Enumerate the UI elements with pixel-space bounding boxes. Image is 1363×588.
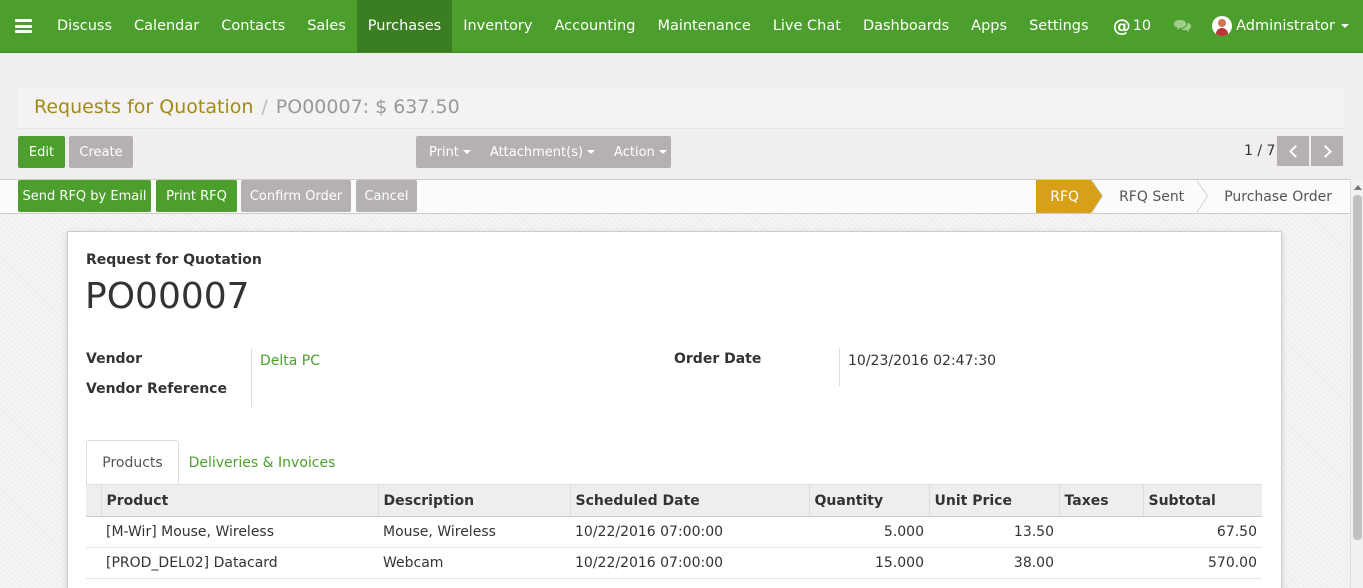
pager-previous-button[interactable] — [1277, 136, 1309, 166]
nav-item-settings[interactable]: Settings — [1018, 0, 1099, 52]
stage-rfq-sent[interactable]: RFQ Sent — [1091, 180, 1209, 213]
menu-toggle-icon[interactable] — [0, 0, 46, 52]
tab-deliveries-invoices[interactable]: Deliveries & Invoices — [186, 440, 338, 485]
user-menu[interactable]: Administrator — [1202, 16, 1363, 36]
column-header-subtotal[interactable]: Subtotal — [1142, 484, 1262, 517]
nav-item-sales[interactable]: Sales — [296, 0, 357, 52]
breadcrumb-current: PO00007: $ 637.50 — [275, 96, 460, 118]
stage-purchase-order[interactable]: Purchase Order — [1196, 180, 1350, 213]
breadcrumb-parent-link[interactable]: Requests for Quotation — [34, 96, 253, 118]
mentions-count: 10 — [1132, 18, 1152, 34]
cell-unit-price[interactable]: 13.50 — [929, 516, 1059, 548]
print-label: Print — [429, 144, 459, 160]
cell-scheduled-date[interactable]: 10/22/2016 07:00:00 — [570, 516, 809, 548]
field-divider — [251, 348, 252, 407]
nav-item-dashboards[interactable]: Dashboards — [852, 0, 960, 52]
nav-item-live-chat[interactable]: Live Chat — [762, 0, 852, 52]
avatar — [1212, 16, 1233, 36]
cell-taxes[interactable] — [1059, 516, 1143, 548]
nav-item-calendar[interactable]: Calendar — [123, 0, 210, 52]
nav-item-inventory[interactable]: Inventory — [452, 0, 543, 52]
cell-quantity[interactable]: 15.000 — [809, 547, 929, 579]
action-dropdown[interactable]: Action — [601, 145, 673, 160]
top-navbar: Discuss Calendar Contacts Sales Purchase… — [0, 0, 1363, 53]
stage-pipeline: RFQ RFQ Sent Purchase Order — [1036, 180, 1350, 213]
form-sheet: Request for Quotation PO00007 Vendor Ven… — [67, 231, 1282, 588]
scrollbar[interactable] — [1350, 179, 1363, 588]
sidebar-actions: Print Attachment(s) Action — [416, 136, 671, 168]
cell-subtotal: 67.50 — [1143, 516, 1262, 548]
table-row[interactable]: [M-Wir] Mouse, Wireless Mouse, Wireless … — [86, 516, 1262, 548]
app-menu: Discuss Calendar Contacts Sales Purchase… — [46, 0, 1100, 52]
handle-column-header — [86, 484, 101, 517]
row-handle — [86, 516, 101, 548]
cell-product[interactable]: [M-Wir] Mouse, Wireless — [101, 516, 378, 548]
chevron-left-icon — [1288, 144, 1302, 158]
vendor-reference-label: Vendor Reference — [86, 381, 227, 397]
table-header-row: Product Description Scheduled Date Quant… — [86, 484, 1262, 517]
confirm-order-button[interactable]: Confirm Order — [241, 180, 351, 212]
cell-quantity[interactable]: 5.000 — [809, 516, 929, 548]
create-button[interactable]: Create — [69, 136, 133, 168]
column-header-quantity[interactable]: Quantity — [808, 484, 929, 517]
action-label: Action — [614, 144, 655, 160]
scroll-up-icon[interactable] — [1354, 185, 1362, 190]
attachments-label: Attachment(s) — [489, 144, 584, 160]
at-icon: @ — [1112, 15, 1131, 37]
user-name: Administrator — [1236, 18, 1335, 34]
nav-item-accounting[interactable]: Accounting — [543, 0, 646, 52]
cell-subtotal: 570.00 — [1143, 547, 1262, 579]
nav-item-apps[interactable]: Apps — [960, 0, 1018, 52]
column-header-description[interactable]: Description — [377, 484, 570, 517]
order-date-label: Order Date — [674, 351, 762, 367]
column-header-taxes[interactable]: Taxes — [1058, 484, 1143, 517]
cell-product[interactable]: [PROD_DEL02] Datacard — [101, 547, 378, 579]
document-type-label: Request for Quotation — [86, 252, 262, 268]
send-rfq-email-button[interactable]: Send RFQ by Email — [18, 180, 151, 212]
chevron-down-icon — [658, 150, 667, 154]
attachments-dropdown[interactable]: Attachment(s) — [477, 145, 601, 160]
cancel-button[interactable]: Cancel — [356, 180, 417, 212]
order-date-value: 10/23/2016 02:47:30 — [848, 353, 997, 369]
nav-item-contacts[interactable]: Contacts — [210, 0, 296, 52]
cell-unit-price[interactable]: 38.00 — [929, 547, 1059, 579]
stage-rfq[interactable]: RFQ — [1036, 180, 1103, 213]
field-divider — [839, 348, 840, 386]
pager-next-button[interactable] — [1311, 136, 1343, 166]
control-panel: Requests for Quotation / PO00007: $ 637.… — [18, 87, 1345, 129]
cell-scheduled-date[interactable]: 10/22/2016 07:00:00 — [570, 547, 809, 579]
vendor-link[interactable]: Delta PC — [260, 353, 320, 369]
cell-taxes[interactable] — [1059, 547, 1143, 579]
breadcrumb: Requests for Quotation / PO00007: $ 637.… — [34, 96, 460, 118]
notebook-tabs: Products Deliveries & Invoices — [86, 440, 1262, 485]
chevron-down-icon — [462, 150, 471, 154]
print-dropdown[interactable]: Print — [416, 145, 477, 160]
edit-button[interactable]: Edit — [18, 136, 65, 168]
print-rfq-button[interactable]: Print RFQ — [156, 180, 237, 212]
cell-description[interactable]: Mouse, Wireless — [378, 516, 570, 548]
mentions-button[interactable]: @ 10 — [1101, 16, 1163, 37]
scrollbar-thumb[interactable] — [1353, 195, 1362, 540]
chat-icon[interactable] — [1163, 19, 1202, 34]
nav-item-discuss[interactable]: Discuss — [46, 0, 123, 52]
vendor-label: Vendor — [86, 351, 143, 367]
nav-item-maintenance[interactable]: Maintenance — [646, 0, 761, 52]
column-header-unit-price[interactable]: Unit Price — [928, 484, 1059, 517]
pager-value[interactable]: 1 / 7 — [1244, 143, 1275, 159]
chevron-right-icon — [1318, 144, 1332, 158]
table-row[interactable]: [PROD_DEL02] Datacard Webcam 10/22/2016 … — [86, 547, 1262, 579]
nav-item-purchases[interactable]: Purchases — [356, 0, 453, 52]
page-title: PO00007 — [85, 276, 250, 317]
chevron-down-icon — [1341, 24, 1349, 28]
column-header-product[interactable]: Product — [100, 484, 378, 517]
row-handle — [86, 547, 101, 579]
cell-description[interactable]: Webcam — [378, 547, 570, 579]
tab-products[interactable]: Products — [86, 440, 179, 485]
order-lines-table: Product Description Scheduled Date Quant… — [86, 484, 1262, 579]
column-header-scheduled-date[interactable]: Scheduled Date — [569, 484, 809, 517]
systray: @ 10 Administrator — [1101, 0, 1363, 52]
chevron-down-icon — [587, 150, 596, 154]
breadcrumb-separator: / — [261, 96, 268, 118]
